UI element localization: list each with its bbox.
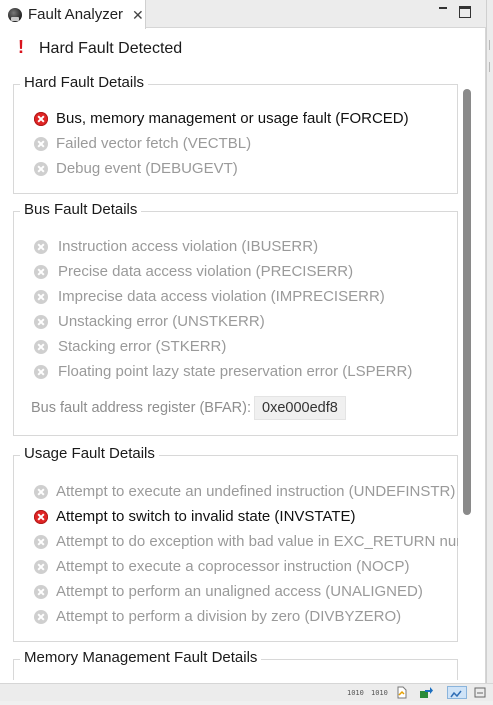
panel-edge-mark: [489, 62, 493, 72]
error-x-icon: [34, 161, 48, 176]
group-title: Memory Management Fault Details: [20, 649, 262, 666]
list-item: Attempt to switch to invalid state (INVS…: [34, 508, 356, 525]
binary-status-indicator[interactable]: 1010: [347, 687, 364, 700]
list-item: Debug event (DEBUGEVT): [34, 160, 238, 177]
error-x-icon: [34, 264, 48, 279]
document-icon[interactable]: [396, 686, 408, 699]
fault-flag-label: Attempt to execute a coprocessor instruc…: [56, 558, 410, 575]
list-item: Attempt to perform an unaligned access (…: [34, 583, 423, 600]
fault-flag-label: Bus, memory management or usage fault (F…: [56, 110, 409, 127]
fault-flag-label: Attempt to do exception with bad value i…: [56, 533, 458, 550]
close-icon[interactable]: ✕: [132, 8, 144, 22]
tab-title: Fault Analyzer: [28, 6, 124, 23]
view-menu-icon[interactable]: [474, 686, 486, 699]
list-item: Floating point lazy state preservation e…: [34, 363, 412, 380]
view-tab-bar: Fault Analyzer ✕: [0, 0, 486, 29]
list-item: Unstacking error (UNSTKERR): [34, 313, 265, 330]
error-x-icon: [34, 509, 48, 524]
vertical-scrollbar[interactable]: [458, 66, 478, 680]
fault-analyzer-view: Fault Analyzer ✕ ! Hard Fault Detected H…: [0, 0, 486, 683]
bfar-value-field[interactable]: 0xe000edf8: [254, 396, 346, 420]
minimize-icon[interactable]: [437, 6, 449, 18]
group-title: Usage Fault Details: [20, 445, 159, 462]
error-x-icon: [34, 136, 48, 151]
list-item: Attempt to do exception with bad value i…: [34, 533, 458, 550]
list-item: Precise data access violation (PRECISERR…: [34, 263, 353, 280]
fault-flag-label: Attempt to perform a division by zero (D…: [56, 608, 402, 625]
list-item: Stacking error (STKERR): [34, 338, 226, 355]
fault-flag-label: Stacking error (STKERR): [58, 338, 227, 355]
hard-fault-details-group: Hard Fault Details Bus, memory managemen…: [13, 74, 458, 194]
list-item: Failed vector fetch (VECTBL): [34, 135, 251, 152]
list-item: Attempt to execute an undefined instruct…: [34, 483, 455, 500]
error-x-icon: [34, 584, 48, 599]
list-item: Attempt to execute a coprocessor instruc…: [34, 558, 409, 575]
bfar-label: Bus fault address register (BFAR):: [31, 400, 251, 416]
list-item: Imprecise data access violation (IMPRECI…: [34, 288, 385, 305]
error-x-icon: [34, 484, 48, 499]
error-x-icon: [34, 289, 48, 304]
usage-fault-details-group: Usage Fault Details Attempt to execute a…: [13, 445, 458, 642]
list-item: Instruction access violation (IBUSERR): [34, 238, 318, 255]
fault-flag-label: Instruction access violation (IBUSERR): [58, 238, 319, 255]
fault-flag-label: Precise data access violation (PRECISERR…: [58, 263, 354, 280]
status-bar: 1010 1010: [0, 683, 493, 701]
fault-flag-label: Imprecise data access violation (IMPRECI…: [58, 288, 385, 305]
alert-icon: !: [18, 37, 24, 57]
memory-management-fault-details-group: Memory Management Fault Details: [13, 649, 458, 680]
fault-flag-label: Unstacking error (UNSTKERR): [58, 313, 265, 330]
panel-edge-mark: [489, 40, 493, 50]
error-x-icon: [34, 609, 48, 624]
fault-flag-label: Floating point lazy state preservation e…: [58, 363, 413, 380]
error-x-icon: [34, 339, 48, 354]
error-x-icon: [34, 111, 48, 126]
tab-fault-analyzer[interactable]: Fault Analyzer ✕: [0, 0, 146, 29]
error-x-icon: [34, 364, 48, 379]
fault-details-scroll-area[interactable]: Hard Fault Details Bus, memory managemen…: [13, 66, 458, 680]
export-icon[interactable]: [419, 686, 433, 699]
binary-status-indicator[interactable]: 1010: [371, 687, 388, 700]
error-x-icon: [34, 239, 48, 254]
page-title: Hard Fault Detected: [39, 40, 183, 57]
error-x-icon: [34, 559, 48, 574]
list-item: Bus, memory management or usage fault (F…: [34, 110, 409, 127]
fault-analyzer-icon: [8, 7, 22, 22]
error-x-icon: [34, 314, 48, 329]
adjacent-panel-edge: [486, 0, 493, 683]
group-title: Hard Fault Details: [20, 74, 149, 91]
list-item: Attempt to perform a division by zero (D…: [34, 608, 401, 625]
error-x-icon: [34, 534, 48, 549]
fault-flag-label: Attempt to switch to invalid state (INVS…: [56, 508, 356, 525]
fault-flag-label: Debug event (DEBUGEVT): [56, 160, 238, 177]
scrollbar-thumb[interactable]: [463, 89, 471, 515]
fault-flag-label: Failed vector fetch (VECTBL): [56, 135, 252, 152]
fault-analyzer-toggle-icon[interactable]: [447, 686, 467, 699]
maximize-icon[interactable]: [459, 6, 471, 18]
fault-flag-label: Attempt to execute an undefined instruct…: [56, 483, 456, 500]
group-title: Bus Fault Details: [20, 201, 142, 218]
fault-flag-label: Attempt to perform an unaligned access (…: [56, 583, 423, 600]
